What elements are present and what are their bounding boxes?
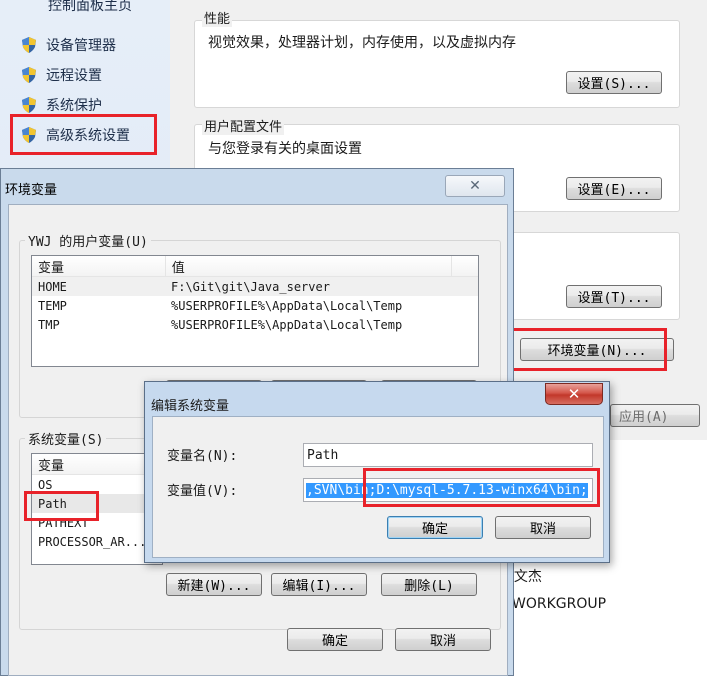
ok-button[interactable]: 确定 <box>387 516 483 539</box>
sidebar-item-control-panel-home[interactable]: 控制面板主页 <box>48 0 132 16</box>
variable-value-label: 变量值(V): <box>167 484 238 499</box>
sidebar-item-device-manager[interactable]: 设备管理器 <box>20 34 116 56</box>
sidebar-item-remote-settings[interactable]: 远程设置 <box>20 64 102 86</box>
table-row[interactable]: TEMP %USERPROFILE%\AppData\Local\Temp <box>32 296 478 315</box>
table-row[interactable]: TMP %USERPROFILE%\AppData\Local\Temp <box>32 315 478 334</box>
cancel-button[interactable]: 取消 <box>395 628 491 651</box>
variable-name-cell: TEMP <box>38 298 67 313</box>
user-profiles-settings-button[interactable]: 设置(E)... <box>566 177 662 200</box>
performance-description: 视觉效果，处理器计划，内存使用，以及虚拟内存 <box>208 35 516 51</box>
uac-shield-icon <box>22 67 36 83</box>
performance-group-title: 性能 <box>202 8 233 27</box>
variable-value-cell: F:\Git\git\Java_server <box>171 279 330 294</box>
close-icon[interactable]: ✕ <box>445 175 505 197</box>
user-variables-list[interactable]: 变量 值 HOME F:\Git\git\Java_server TEMP %U… <box>31 255 479 367</box>
highlight-box-advanced-settings <box>10 114 157 155</box>
uac-shield-icon <box>22 97 36 113</box>
highlight-box-env-button <box>510 328 667 371</box>
variable-name-cell: HOME <box>38 279 67 294</box>
dialog-title: 编辑系统变量 <box>151 399 230 414</box>
startup-recovery-settings-button[interactable]: 设置(T)... <box>566 285 662 308</box>
column-header-variable[interactable]: 变量 <box>32 256 166 276</box>
table-row[interactable]: HOME F:\Git\git\Java_server <box>32 277 478 296</box>
close-icon[interactable]: ✕ <box>545 383 603 405</box>
list-header: 变量 <box>32 454 162 475</box>
workgroup-text: WORKGROUP <box>512 596 607 612</box>
column-header-variable[interactable]: 变量 <box>32 454 162 474</box>
user-variables-label: YWJ 的用户变量(U) <box>25 231 151 250</box>
user-profiles-description: 与您登录有关的桌面设置 <box>208 141 362 157</box>
sidebar-item-label: 设备管理器 <box>46 38 116 54</box>
dialog-title: 环境变量 <box>5 183 58 198</box>
uac-shield-icon <box>22 37 36 53</box>
sidebar-item-label: 系统保护 <box>46 98 102 114</box>
highlight-box-path-row <box>24 491 99 521</box>
system-new-button[interactable]: 新建(W)... <box>166 573 262 596</box>
system-delete-button[interactable]: 删除(L) <box>381 573 477 596</box>
apply-button[interactable]: 应用(A) <box>610 404 700 427</box>
performance-settings-button[interactable]: 设置(S)... <box>566 71 662 94</box>
variable-value-cell: %USERPROFILE%\AppData\Local\Temp <box>171 317 403 332</box>
cancel-button[interactable]: 取消 <box>495 516 591 539</box>
variable-name-input[interactable]: Path <box>303 443 593 467</box>
system-variables-label: 系统变量(S) <box>25 429 107 448</box>
variable-name-cell: TMP <box>38 317 60 332</box>
highlight-box-value-field <box>363 468 600 507</box>
ok-button[interactable]: 确定 <box>287 628 383 651</box>
system-edit-button[interactable]: 编辑(I)... <box>271 573 367 596</box>
sidebar-item-label: 远程设置 <box>46 68 102 84</box>
edit-system-variable-dialog: 编辑系统变量 ✕ 变量名(N): Path 变量值(V): ,SVN\bin;D… <box>144 381 610 563</box>
table-row[interactable]: PROCESSOR_AR... <box>32 532 162 551</box>
variable-name-cell: PROCESSOR_AR... <box>38 534 147 549</box>
sidebar-item-system-protection[interactable]: 系统保护 <box>20 94 102 116</box>
list-header: 变量 值 <box>32 256 478 277</box>
user-profiles-group-title: 用户配置文件 <box>202 116 285 135</box>
column-header-filler <box>452 256 478 276</box>
sidebar-item-label: 控制面板主页 <box>48 0 132 14</box>
variable-value-cell: %USERPROFILE%\AppData\Local\Temp <box>171 298 403 313</box>
column-header-value[interactable]: 值 <box>166 256 453 276</box>
variable-name-label: 变量名(N): <box>167 449 238 464</box>
